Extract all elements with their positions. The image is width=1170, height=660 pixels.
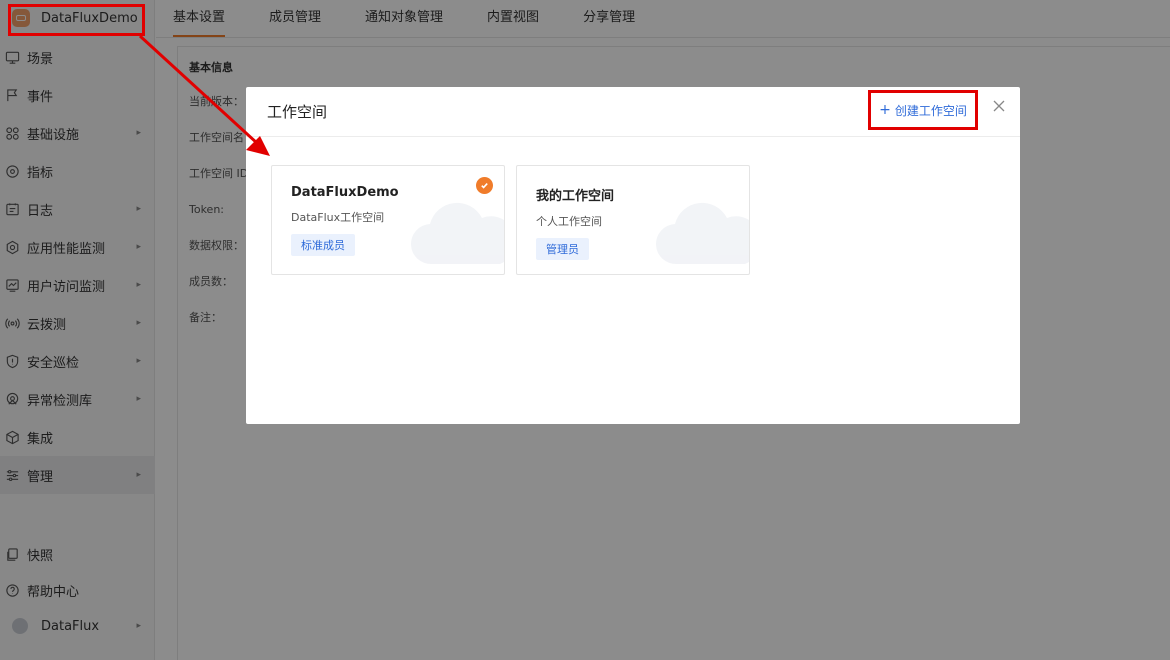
modal-header: 工作空间 + 创建工作空间: [246, 87, 1020, 137]
workspace-card-desc: DataFlux工作空间: [291, 211, 385, 224]
workspace-card-desc: 个人工作空间: [536, 215, 602, 228]
workspace-card-name: 我的工作空间: [536, 189, 615, 204]
workspace-cards: DataFluxDemo DataFlux工作空间 标准成员 我的工作空间 个人…: [271, 165, 761, 275]
modal-title: 工作空间: [267, 103, 328, 121]
workspace-card[interactable]: DataFluxDemo DataFlux工作空间 标准成员: [271, 165, 505, 275]
create-workspace-label: 创建工作空间: [894, 103, 967, 118]
create-workspace-button[interactable]: + 创建工作空间: [868, 90, 978, 130]
close-icon[interactable]: [992, 99, 1006, 113]
workspace-highlight-box: [8, 4, 145, 36]
check-icon: [476, 177, 493, 194]
role-badge: 管理员: [536, 238, 589, 260]
role-badge: 标准成员: [291, 234, 355, 256]
plus-icon: +: [879, 102, 891, 118]
workspace-modal: 工作空间 + 创建工作空间 DataFluxDemo DataFlux工作空间 …: [246, 87, 1020, 424]
workspace-card[interactable]: 我的工作空间 个人工作空间 管理员: [516, 165, 750, 275]
workspace-card-name: DataFluxDemo: [291, 185, 399, 200]
